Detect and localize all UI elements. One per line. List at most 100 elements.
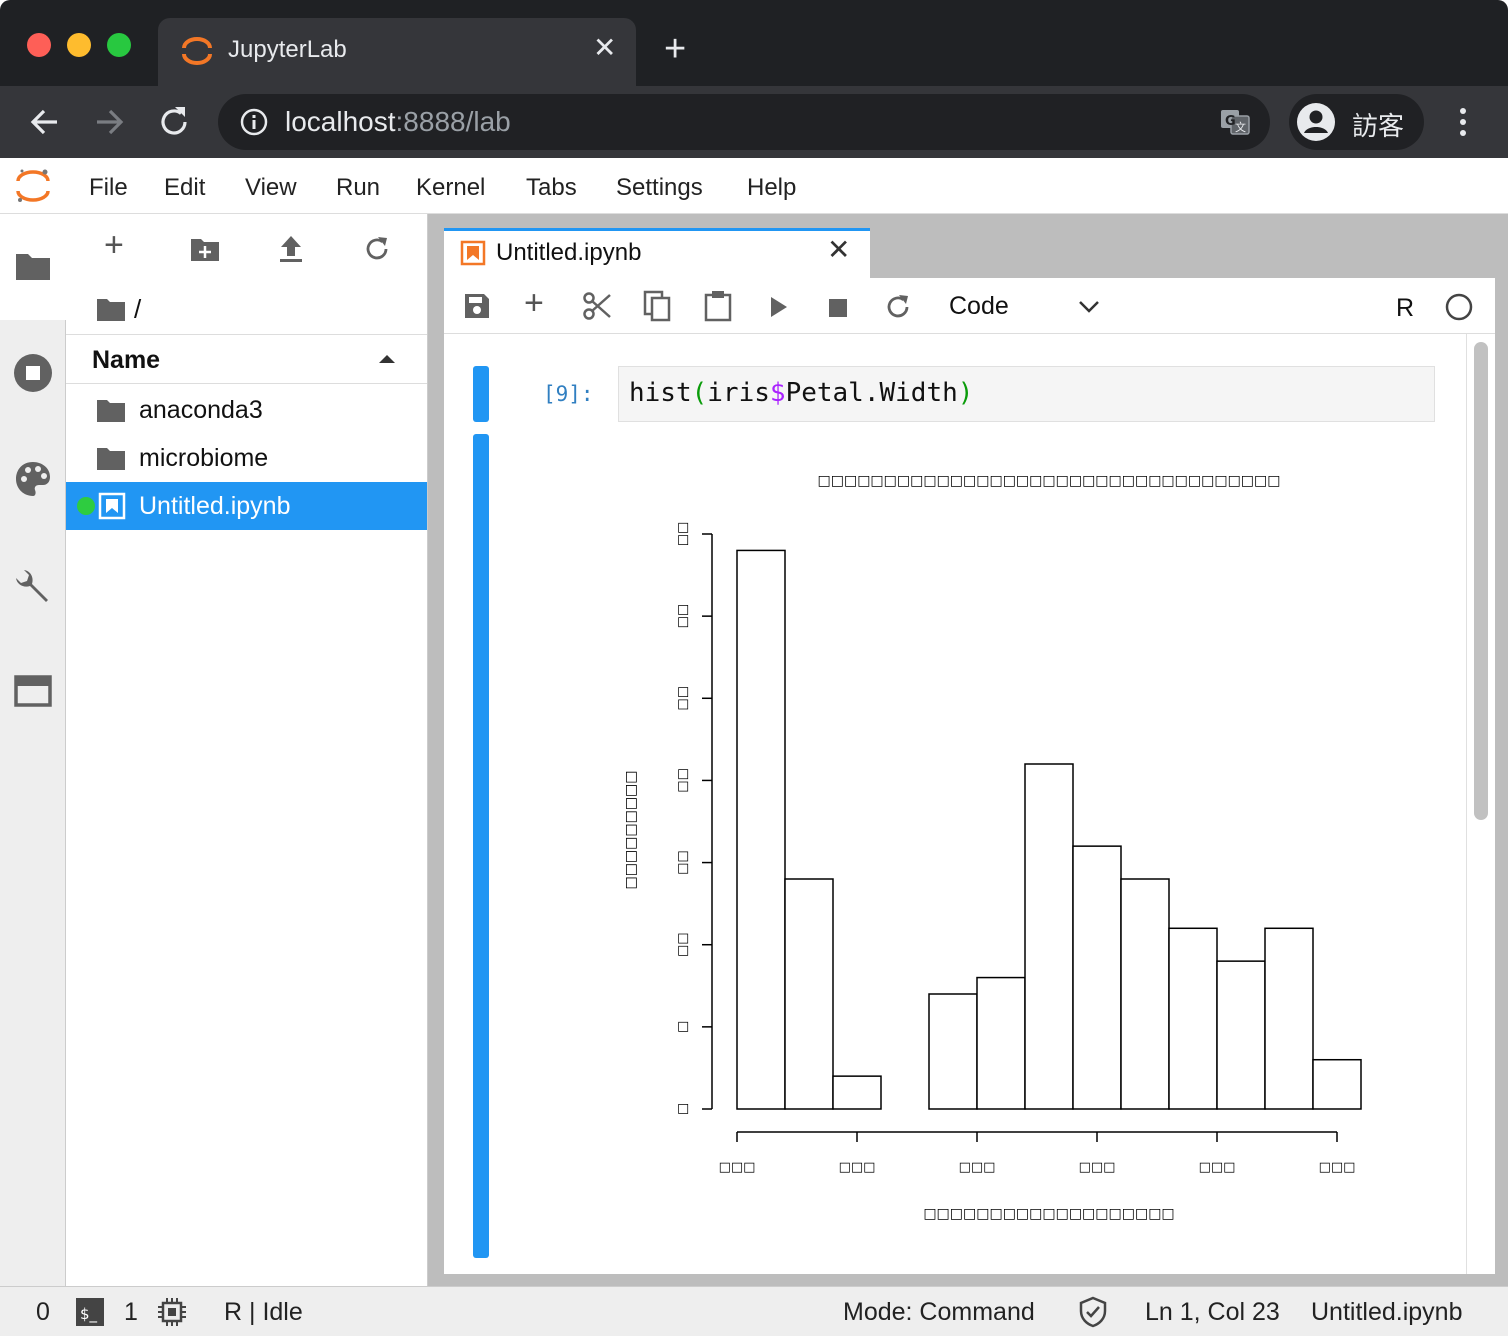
- histogram-bar: [976, 976, 1026, 1110]
- more-options-icon[interactable]: [1453, 105, 1473, 139]
- code-token: Petal.Width: [785, 378, 958, 408]
- histogram-bar: [736, 549, 786, 1110]
- x-tick-label: □□□: [1199, 1160, 1236, 1175]
- scrollbar-thumb[interactable]: [1474, 342, 1488, 820]
- input-prompt: [9]:: [543, 382, 594, 406]
- menu-view[interactable]: View: [245, 174, 297, 202]
- histogram-bar: [1168, 927, 1218, 1110]
- kernel-chip-icon[interactable]: [157, 1297, 187, 1327]
- menu-help[interactable]: Help: [747, 174, 796, 202]
- copy-icon[interactable]: [643, 290, 671, 322]
- y-tick-label: □□: [676, 686, 691, 711]
- histogram-bar: [1216, 960, 1266, 1110]
- save-icon[interactable]: [464, 293, 490, 319]
- menu-kernel[interactable]: Kernel: [416, 174, 485, 202]
- jupyter-logo-icon: [16, 169, 50, 202]
- reload-icon[interactable]: [154, 102, 194, 142]
- kernel-status[interactable]: R | Idle: [224, 1298, 303, 1327]
- code-token: (: [691, 378, 708, 408]
- close-tab-icon[interactable]: ✕: [593, 34, 616, 62]
- svg-text:$_: $_: [80, 1305, 98, 1324]
- kernel-name[interactable]: R: [1396, 294, 1414, 323]
- sort-ascending-icon[interactable]: [378, 353, 396, 365]
- insert-cell-icon[interactable]: +: [524, 286, 544, 320]
- svg-text:文: 文: [1235, 120, 1246, 134]
- breadcrumb-home-folder-icon[interactable]: [96, 296, 126, 322]
- close-window-button[interactable]: [27, 33, 51, 57]
- tabs-icon[interactable]: [14, 675, 52, 707]
- x-tick-label: □□□: [1319, 1160, 1356, 1175]
- x-tick-label: □□□: [839, 1160, 876, 1175]
- forward-arrow-icon[interactable]: [89, 102, 129, 142]
- running-sessions-icon[interactable]: [12, 352, 54, 394]
- terminal-icon[interactable]: $_: [76, 1298, 104, 1326]
- trusted-shield-icon[interactable]: [1078, 1296, 1108, 1328]
- back-arrow-icon[interactable]: [25, 102, 65, 142]
- url-host: localhost: [285, 106, 396, 137]
- interrupt-icon[interactable]: [828, 298, 848, 318]
- url-text[interactable]: localhost:8888/lab: [285, 106, 511, 138]
- file-item-label: anaconda3: [139, 396, 263, 424]
- wrench-icon[interactable]: [12, 566, 54, 608]
- kernel-count[interactable]: 1: [124, 1298, 138, 1327]
- histogram-bar: [1312, 1058, 1362, 1110]
- breadcrumb-path[interactable]: /: [134, 294, 141, 325]
- profile-label: 訪客: [1352, 111, 1405, 141]
- upload-icon[interactable]: [278, 234, 304, 264]
- new-folder-icon[interactable]: [190, 236, 220, 262]
- notebook-mode: Mode: Command: [843, 1298, 1035, 1326]
- close-notebook-tab-icon[interactable]: ✕: [827, 236, 850, 264]
- file-item-label: Untitled.ipynb: [139, 492, 291, 520]
- avatar-icon: [1297, 103, 1335, 141]
- code-token: iris: [707, 378, 770, 408]
- histogram-bar: [1072, 845, 1122, 1110]
- palette-icon[interactable]: [14, 460, 52, 498]
- histogram-bar: [832, 1075, 882, 1110]
- file-item-label: microbiome: [139, 444, 269, 472]
- notebook-icon: [98, 492, 126, 520]
- site-info-icon[interactable]: [239, 107, 269, 137]
- folder-icon: [97, 448, 125, 470]
- new-tab-icon[interactable]: +: [664, 30, 686, 68]
- cursor-position[interactable]: Ln 1, Col 23: [1145, 1298, 1280, 1327]
- running-indicator-icon: [77, 497, 95, 515]
- histogram-plot: □□□□□□□□□□□□□□□□□□□□□□□□□□□□□□□□□□□ □□□□…: [623, 473, 1362, 1222]
- y-tick-label: □□: [676, 850, 691, 875]
- terminal-count[interactable]: 0: [36, 1298, 50, 1327]
- y-tick-label: □□: [676, 604, 691, 629]
- folder-icon[interactable]: [14, 250, 52, 282]
- y-tick-label: □□: [676, 932, 691, 957]
- name-column-header[interactable]: Name: [92, 346, 160, 375]
- chart-title: □□□□□□□□□□□□□□□□□□□□□□□□□□□□□□□□□□□: [818, 473, 1281, 489]
- x-tick-label: □□□: [959, 1160, 996, 1175]
- output-collapser[interactable]: [473, 434, 489, 1258]
- menu-settings[interactable]: Settings: [616, 174, 703, 202]
- translate-icon[interactable]: G 文: [1219, 106, 1251, 138]
- minimize-window-button[interactable]: [67, 33, 91, 57]
- code-token: $: [769, 378, 786, 408]
- maximize-window-button[interactable]: [107, 33, 131, 57]
- chevron-down-icon[interactable]: [1078, 300, 1100, 314]
- folder-icon: [97, 400, 125, 422]
- cell-type-select[interactable]: Code: [949, 292, 1009, 321]
- refresh-files-icon[interactable]: [363, 235, 391, 263]
- histogram-bar: [784, 878, 834, 1110]
- code-line: hist(iris$Petal.Width): [629, 378, 973, 408]
- new-launcher-icon[interactable]: +: [104, 228, 124, 262]
- menu-tabs[interactable]: Tabs: [526, 174, 577, 202]
- notebook-tab-title: Untitled.ipynb: [496, 239, 642, 266]
- cut-icon[interactable]: [582, 291, 612, 321]
- input-collapser[interactable]: [473, 366, 489, 422]
- chart-ylabel: □□□□□□□□□: [623, 770, 639, 889]
- code-token: ): [957, 378, 974, 408]
- menu-run[interactable]: Run: [336, 174, 380, 202]
- menu-file[interactable]: File: [89, 174, 128, 202]
- run-icon[interactable]: [768, 295, 790, 319]
- menu-edit[interactable]: Edit: [164, 174, 205, 202]
- status-file-name: Untitled.ipynb: [1311, 1298, 1463, 1326]
- y-tick-label: □: [676, 1021, 691, 1033]
- restart-kernel-icon[interactable]: [884, 293, 912, 321]
- paste-icon[interactable]: [704, 290, 732, 322]
- histogram-bar: [1264, 927, 1314, 1110]
- y-tick-label: □: [676, 1103, 691, 1115]
